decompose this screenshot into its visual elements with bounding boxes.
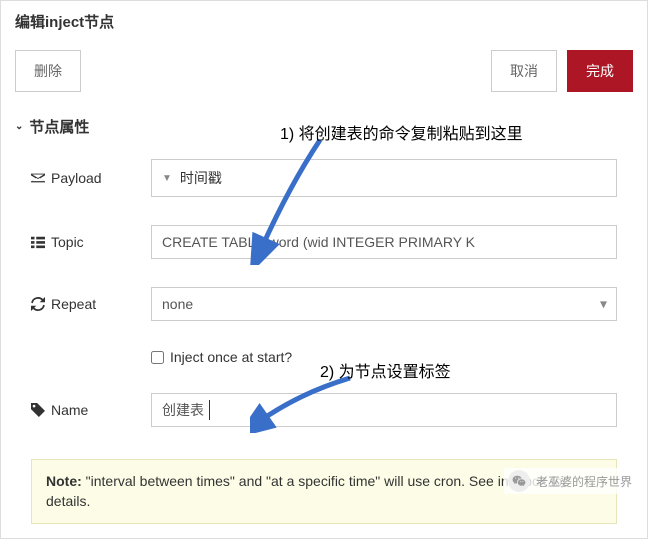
name-row: Name (31, 393, 617, 427)
wechat-icon (508, 470, 530, 492)
repeat-row: Repeat none (31, 287, 617, 321)
tag-icon (31, 403, 45, 417)
inject-once-checkbox[interactable] (151, 351, 164, 364)
payload-label: Payload (31, 170, 151, 186)
section-header[interactable]: ⌄ 节点属性 (1, 106, 647, 147)
delete-button[interactable]: 删除 (15, 50, 81, 92)
repeat-icon (31, 297, 45, 311)
payload-value: 时间戳 (180, 168, 222, 188)
name-label: Name (31, 402, 151, 418)
name-input[interactable] (151, 393, 617, 427)
caret-down-icon: ▼ (162, 173, 172, 184)
section-title: 节点属性 (29, 116, 89, 137)
topic-input[interactable] (151, 225, 617, 259)
note-bold: Note: (46, 473, 82, 489)
cancel-button[interactable]: 取消 (491, 50, 557, 92)
payload-row: Payload ▼ 时间戳 (31, 159, 617, 197)
watermark-text: 老巫婆的程序世界 (536, 473, 632, 490)
watermark: 老巫婆的程序世界 (504, 468, 636, 494)
repeat-label: Repeat (31, 296, 151, 312)
chevron-down-icon: ⌄ (15, 121, 23, 132)
list-icon (31, 235, 45, 249)
envelope-icon (31, 171, 45, 185)
inject-once-label: Inject once at start? (170, 349, 292, 365)
text-cursor (209, 400, 210, 420)
payload-dropdown[interactable]: ▼ 时间戳 (151, 159, 617, 197)
button-row: 删除 取消 完成 (1, 42, 647, 106)
note-text: "interval between times" and "at a speci… (46, 473, 567, 509)
topic-row: Topic (31, 225, 617, 259)
panel-title: 编辑inject节点 (1, 1, 647, 42)
done-button[interactable]: 完成 (567, 50, 633, 92)
repeat-select[interactable]: none (151, 287, 617, 321)
topic-label: Topic (31, 234, 151, 250)
inject-once-row: Inject once at start? (151, 349, 617, 365)
